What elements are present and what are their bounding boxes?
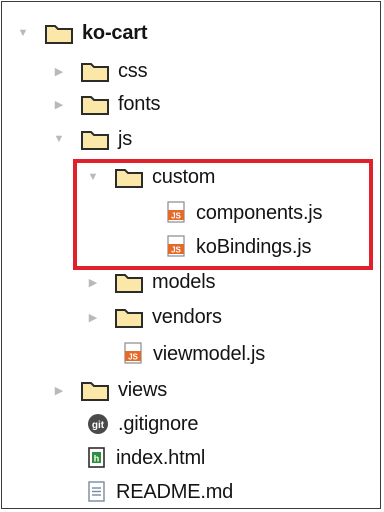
- triangle-right-icon[interactable]: ▶: [86, 299, 100, 335]
- triangle-down-icon[interactable]: ▼: [52, 121, 66, 157]
- tree-item-views[interactable]: ▶ views: [52, 372, 167, 408]
- tree-item-readme-md[interactable]: README.md: [86, 474, 233, 510]
- folder-icon: [80, 59, 110, 83]
- tree-item-label: fonts: [118, 92, 161, 115]
- tree-item-fonts[interactable]: ▶ fonts: [52, 86, 161, 122]
- tree-item-label: views: [118, 378, 168, 401]
- tree-item-label: js: [118, 127, 133, 150]
- tree-item-js[interactable]: ▼ js: [52, 121, 132, 157]
- triangle-right-icon[interactable]: ▶: [52, 53, 66, 89]
- tree-item-label: models: [152, 270, 216, 293]
- folder-icon: [114, 270, 144, 294]
- folder-icon: [80, 127, 110, 151]
- svg-text:git: git: [92, 420, 105, 431]
- folder-icon: [114, 305, 144, 329]
- folder-icon: [44, 21, 74, 45]
- highlight-box: [73, 159, 373, 270]
- triangle-down-icon[interactable]: ▼: [16, 15, 30, 51]
- tree-item-label: README.md: [116, 480, 234, 503]
- tree-item-viewmodel-js[interactable]: JS viewmodel.js: [123, 336, 265, 372]
- triangle-right-icon[interactable]: ▶: [52, 86, 66, 122]
- tree-item-index-html[interactable]: h index.html: [86, 440, 205, 476]
- tree-item-gitignore[interactable]: git .gitignore: [86, 406, 198, 442]
- html-file-icon: h: [86, 446, 108, 470]
- tree-item-label: index.html: [116, 446, 206, 469]
- tree-item-label: vendors: [152, 305, 222, 328]
- tree-item-label: viewmodel.js: [153, 342, 266, 365]
- text-file-icon: [86, 480, 108, 504]
- svg-text:h: h: [94, 454, 100, 464]
- folder-icon: [80, 92, 110, 116]
- git-icon: git: [86, 412, 110, 436]
- tree-item-label: ko-cart: [82, 21, 148, 44]
- svg-text:JS: JS: [128, 353, 138, 362]
- tree-item-ko-cart[interactable]: ▼ ko-cart: [16, 15, 147, 51]
- folder-icon: [80, 378, 110, 402]
- project-tree-panel: ▼ ko-cart ▶ css ▶ fonts ▼ js ▼ custom JS…: [1, 1, 381, 509]
- js-file-icon: JS: [123, 342, 145, 366]
- tree-item-label: css: [118, 59, 148, 82]
- triangle-right-icon[interactable]: ▶: [52, 372, 66, 408]
- tree-item-vendors[interactable]: ▶ vendors: [86, 299, 222, 335]
- tree-item-css[interactable]: ▶ css: [52, 53, 148, 89]
- tree-item-label: .gitignore: [118, 412, 199, 435]
